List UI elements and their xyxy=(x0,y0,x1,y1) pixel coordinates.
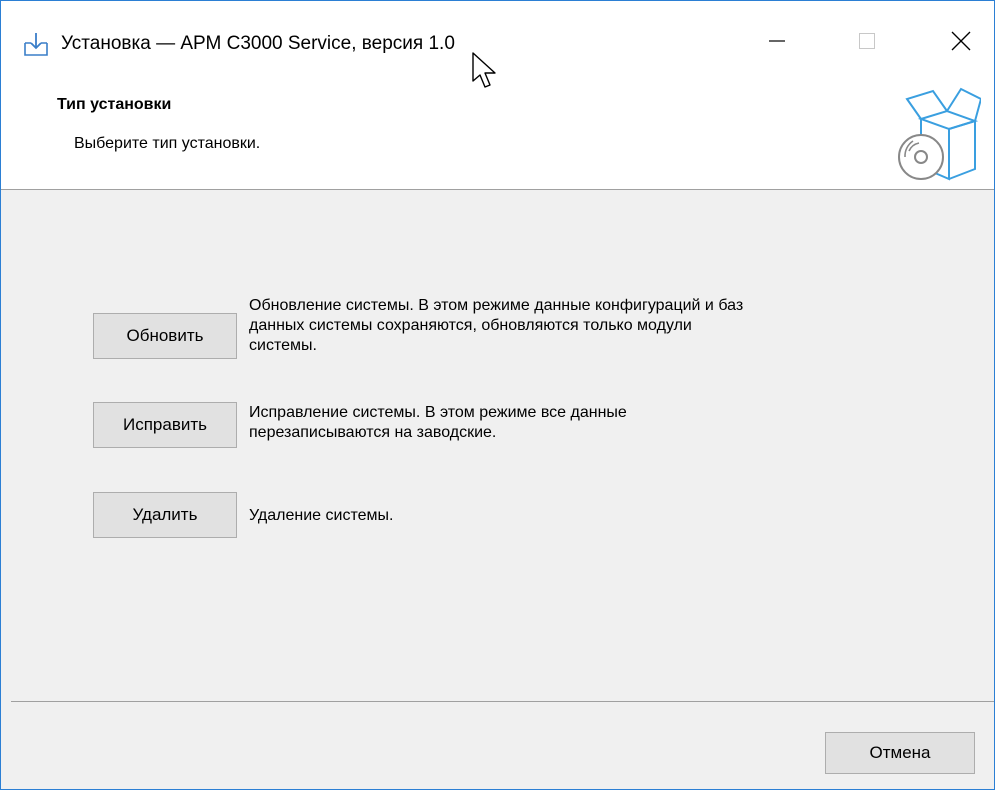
description-line: Обновление системы. В этом режиме данные… xyxy=(249,297,744,314)
minimize-icon xyxy=(767,31,787,56)
description-line: перезаписываются на заводские. xyxy=(249,424,497,441)
maximize-icon xyxy=(857,31,877,56)
options-panel: Обновить Обновление системы. В этом режи… xyxy=(1,190,994,702)
install-download-icon xyxy=(23,31,49,57)
update-button[interactable]: Обновить xyxy=(93,313,237,359)
description-line: системы. xyxy=(249,337,317,354)
update-description: Обновление системы. В этом режиме данные… xyxy=(249,296,949,356)
remove-description: Удаление системы. xyxy=(249,506,949,526)
description-line: данных системы сохраняются, обновляются … xyxy=(249,317,692,334)
remove-button[interactable]: Удалить xyxy=(93,492,237,538)
title-bar[interactable]: Установка — АРМ С3000 Service, версия 1.… xyxy=(1,1,994,61)
repair-description: Исправление системы. В этом режиме все д… xyxy=(249,403,949,443)
cancel-button[interactable]: Отмена xyxy=(825,732,975,774)
page-subtitle: Выберите тип установки. xyxy=(74,135,261,152)
minimize-button[interactable] xyxy=(749,23,805,63)
maximize-button xyxy=(839,23,895,63)
wizard-header: Тип установки Выберите тип установки. xyxy=(1,61,994,190)
repair-button[interactable]: Исправить xyxy=(93,402,237,448)
close-icon xyxy=(950,30,972,57)
box-with-disc-icon xyxy=(889,81,983,181)
close-button[interactable] xyxy=(933,23,989,63)
description-line: Удаление системы. xyxy=(249,507,394,524)
page-title: Тип установки xyxy=(57,96,172,113)
description-line: Исправление системы. В этом режиме все д… xyxy=(249,404,627,421)
wizard-footer: Отмена xyxy=(1,702,994,789)
installer-window: Установка — АРМ С3000 Service, версия 1.… xyxy=(0,0,995,790)
window-title: Установка — АРМ С3000 Service, версия 1.… xyxy=(61,33,455,54)
